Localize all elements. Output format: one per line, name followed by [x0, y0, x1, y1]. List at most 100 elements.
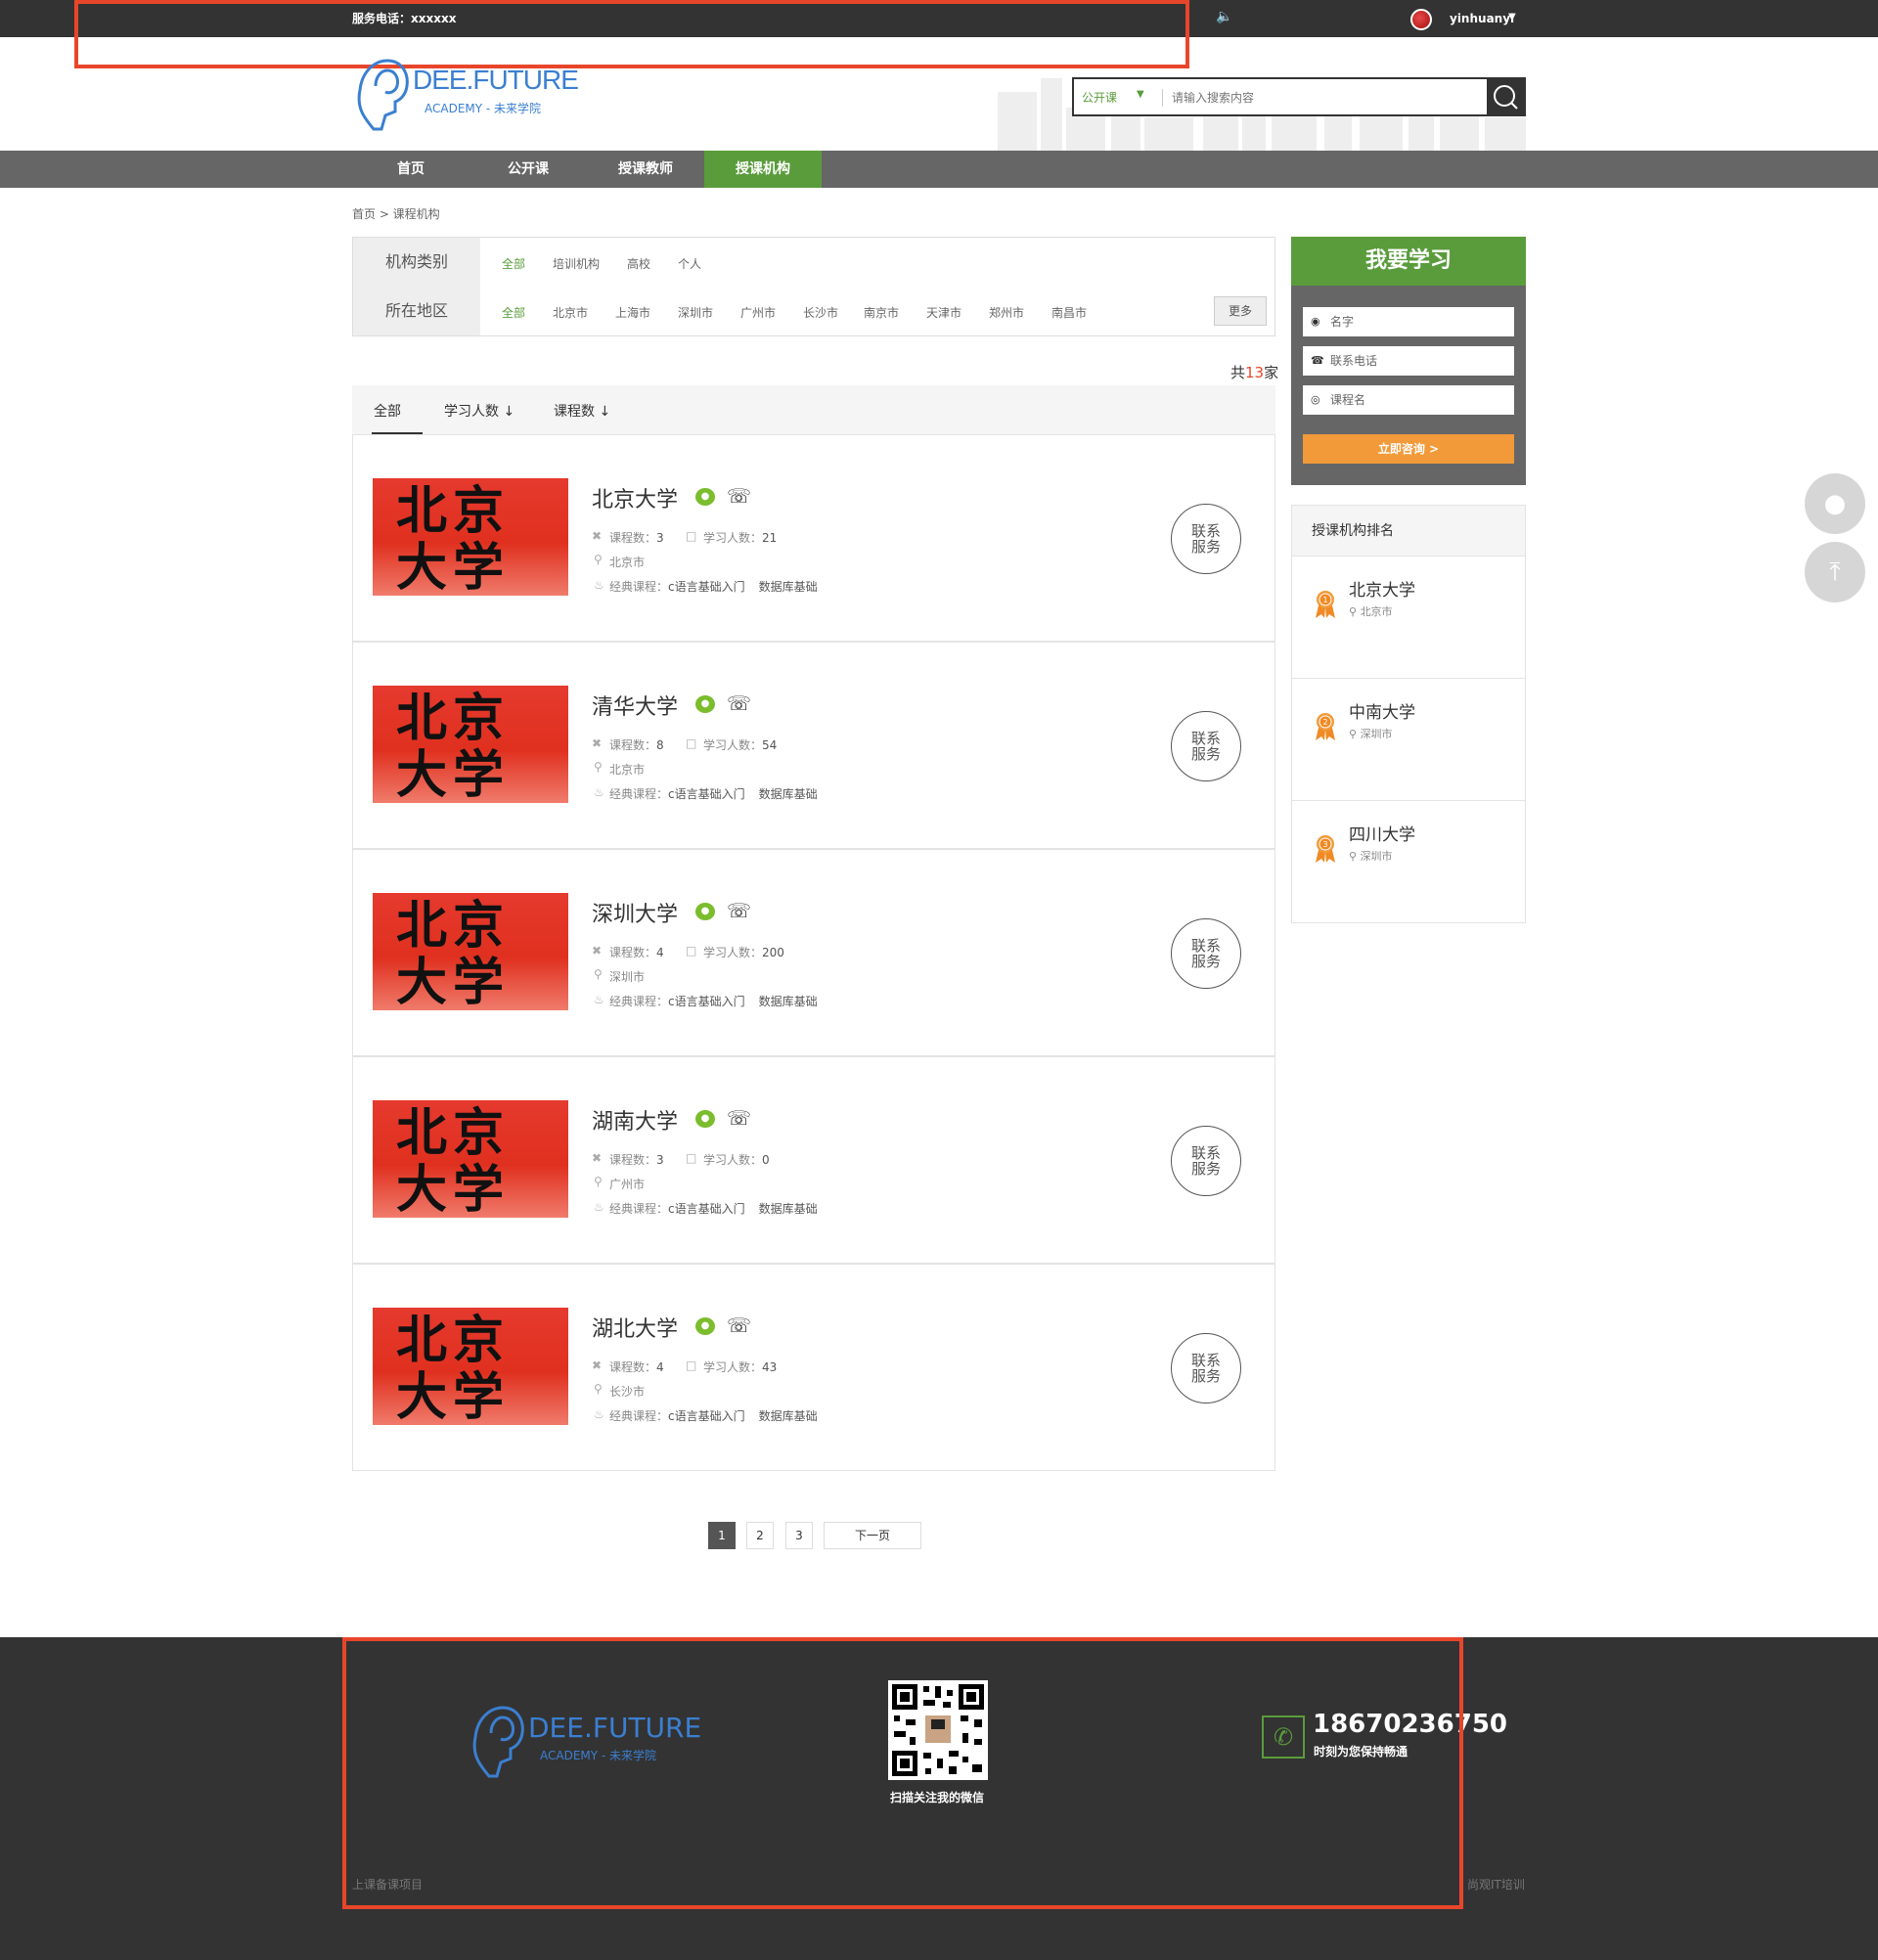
telephone-icon[interactable]: ☏: [727, 484, 751, 508]
page-2[interactable]: 2: [746, 1522, 774, 1549]
institution-thumbnail[interactable]: 北京 大学: [373, 478, 568, 596]
classic-label: 经典课程：: [609, 995, 669, 1008]
region-option[interactable]: 长沙市: [803, 304, 838, 321]
region-option[interactable]: 郑州市: [989, 304, 1024, 321]
consult-button[interactable]: 立即咨询 >: [1303, 434, 1514, 464]
thumb-text-line1: 北京: [396, 689, 511, 748]
classic-course-link[interactable]: c语言基础入门: [668, 995, 745, 1008]
classic-course-link[interactable]: 数据库基础: [759, 995, 818, 1008]
ranking-name[interactable]: 中南大学: [1349, 698, 1415, 723]
institution-card[interactable]: 北京 大学 深圳大学 ● ☏ ✖ 课程数：4 □ 学习人数：200 ⚲ 深圳市 ♨ 经典课程：c语言基础…: [352, 849, 1275, 1056]
nav-institutions[interactable]: 授课机构: [704, 151, 822, 188]
wechat-icon[interactable]: ●: [695, 488, 715, 506]
qq-chat-icon[interactable]: ●: [1805, 473, 1865, 534]
contact-service-button[interactable]: 联系 服务: [1171, 918, 1241, 989]
region-option[interactable]: 天津市: [926, 304, 961, 321]
institution-thumbnail[interactable]: 北京 大学: [373, 1308, 568, 1425]
ranking-item[interactable]: 2 中南大学 ⚲ 深圳市: [1292, 679, 1525, 801]
institution-card[interactable]: 北京 大学 北京大学 ● ☏ ✖ 课程数：3 □ 学习人数：21 ⚲ 北京市 ♨ 经典课程：c语言基础入…: [352, 434, 1275, 642]
search-category[interactable]: 公开课: [1082, 89, 1117, 106]
ranking-name[interactable]: 四川大学: [1349, 821, 1415, 845]
type-option-personal[interactable]: 个人: [678, 255, 701, 272]
more-button[interactable]: 更多: [1214, 296, 1267, 326]
institution-name[interactable]: 湖南大学: [592, 1104, 678, 1136]
contact-line2: 服务: [1190, 1160, 1221, 1178]
classic-course-link[interactable]: 数据库基础: [759, 787, 818, 801]
search-button[interactable]: [1487, 79, 1524, 114]
nav-home[interactable]: 首页: [356, 151, 466, 188]
telephone-icon[interactable]: ☏: [727, 899, 751, 922]
course-field[interactable]: ◎ 课程名: [1303, 385, 1514, 415]
type-option-all[interactable]: 全部: [502, 255, 525, 272]
sort-students[interactable]: 学习人数 ↓: [444, 401, 514, 421]
nav-open-courses[interactable]: 公开课: [473, 151, 583, 188]
institution-name[interactable]: 北京大学: [592, 482, 678, 513]
page-3[interactable]: 3: [785, 1522, 813, 1549]
nav-teachers[interactable]: 授课教师: [591, 151, 700, 188]
region-option-all[interactable]: 全部: [502, 304, 525, 321]
breadcrumb[interactable]: 首页 > 课程机构: [352, 205, 440, 222]
search-input[interactable]: [1172, 85, 1465, 111]
wechat-icon[interactable]: ●: [695, 1110, 715, 1128]
back-to-top-icon[interactable]: ⤒: [1805, 542, 1865, 602]
wechat-icon[interactable]: ●: [695, 695, 715, 713]
region-option[interactable]: 南昌市: [1051, 304, 1087, 321]
region-option[interactable]: 广州市: [740, 304, 776, 321]
telephone-icon[interactable]: ☏: [727, 1106, 751, 1130]
contact-service-button[interactable]: 联系 服务: [1171, 711, 1241, 781]
type-option-training[interactable]: 培训机构: [553, 255, 600, 272]
courses-icon: ✖: [592, 1151, 603, 1165]
ranking-item[interactable]: 1 北京大学 ⚲ 北京市: [1292, 557, 1525, 679]
category-dropdown-icon[interactable]: ▼: [1137, 89, 1144, 100]
institution-thumbnail[interactable]: 北京 大学: [373, 893, 568, 1010]
contact-line2: 服务: [1190, 538, 1221, 556]
region-option[interactable]: 深圳市: [678, 304, 713, 321]
next-page-button[interactable]: 下一页: [824, 1522, 921, 1549]
contact-service-button[interactable]: 联系 服务: [1171, 504, 1241, 574]
name-field[interactable]: ◉ 名字: [1303, 307, 1514, 336]
username[interactable]: yinhuanyi: [1450, 12, 1514, 25]
contact-service-button[interactable]: 联系 服务: [1171, 1126, 1241, 1196]
phone-field[interactable]: ☎ 联系电话: [1303, 346, 1514, 376]
classic-course-link[interactable]: c语言基础入门: [668, 787, 745, 801]
classic-courses: 经典课程：c语言基础入门 数据库基础: [609, 578, 818, 595]
wechat-icon[interactable]: ●: [695, 903, 715, 920]
classic-label: 经典课程：: [609, 580, 669, 594]
institution-name[interactable]: 清华大学: [592, 690, 678, 721]
institution-thumbnail[interactable]: 北京 大学: [373, 1100, 568, 1218]
sort-all[interactable]: 全部: [374, 401, 401, 421]
region-option[interactable]: 上海市: [615, 304, 650, 321]
telephone-icon[interactable]: ☏: [727, 691, 751, 715]
user-avatar[interactable]: [1410, 9, 1432, 30]
footer-right-text[interactable]: 尚观IT培训: [1467, 1876, 1525, 1893]
speaker-icon[interactable]: 🔈: [1216, 9, 1232, 24]
classic-course-link[interactable]: 数据库基础: [759, 580, 818, 594]
institution-thumbnail[interactable]: 北京 大学: [373, 686, 568, 803]
wechat-icon[interactable]: ●: [695, 1317, 715, 1335]
classic-course-link[interactable]: c语言基础入门: [668, 1409, 745, 1423]
contact-line2: 服务: [1190, 1367, 1221, 1385]
ranking-name[interactable]: 北京大学: [1349, 576, 1415, 601]
telephone-icon[interactable]: ☏: [727, 1314, 751, 1337]
highlight-box-top: [74, 0, 1189, 68]
page-1[interactable]: 1: [708, 1522, 736, 1549]
institution-name[interactable]: 深圳大学: [592, 897, 678, 928]
classic-course-link[interactable]: 数据库基础: [759, 1202, 818, 1216]
institution-card[interactable]: 北京 大学 湖北大学 ● ☏ ✖ 课程数：4 □ 学习人数：43 ⚲ 长沙市 ♨ 经典课程：c语言基础入…: [352, 1264, 1275, 1471]
institution-card[interactable]: 北京 大学 清华大学 ● ☏ ✖ 课程数：8 □ 学习人数：54 ⚲ 北京市 ♨ 经典课程：c语言基础入…: [352, 642, 1275, 849]
region-option[interactable]: 北京市: [553, 304, 588, 321]
location-icon: ⚲: [594, 1382, 603, 1396]
chevron-down-icon[interactable]: ▼: [1508, 12, 1516, 22]
classic-course-link[interactable]: 数据库基础: [759, 1409, 818, 1423]
ranking-item[interactable]: 3 四川大学 ⚲ 深圳市: [1292, 801, 1525, 923]
site-logo[interactable]: DEE.FUTURE ACADEMY - 未来学院: [352, 51, 579, 135]
classic-course-link[interactable]: c语言基础入门: [668, 580, 745, 594]
sort-courses[interactable]: 课程数 ↓: [554, 401, 610, 421]
region-option[interactable]: 南京市: [864, 304, 899, 321]
user-icon: ◉: [1311, 315, 1320, 328]
institution-name[interactable]: 湖北大学: [592, 1312, 678, 1343]
classic-course-link[interactable]: c语言基础入门: [668, 1202, 745, 1216]
contact-service-button[interactable]: 联系 服务: [1171, 1333, 1241, 1403]
type-option-university[interactable]: 高校: [627, 255, 650, 272]
institution-card[interactable]: 北京 大学 湖南大学 ● ☏ ✖ 课程数：3 □ 学习人数：0 ⚲ 广州市 ♨ 经典课程：c语言基础入门…: [352, 1056, 1275, 1264]
